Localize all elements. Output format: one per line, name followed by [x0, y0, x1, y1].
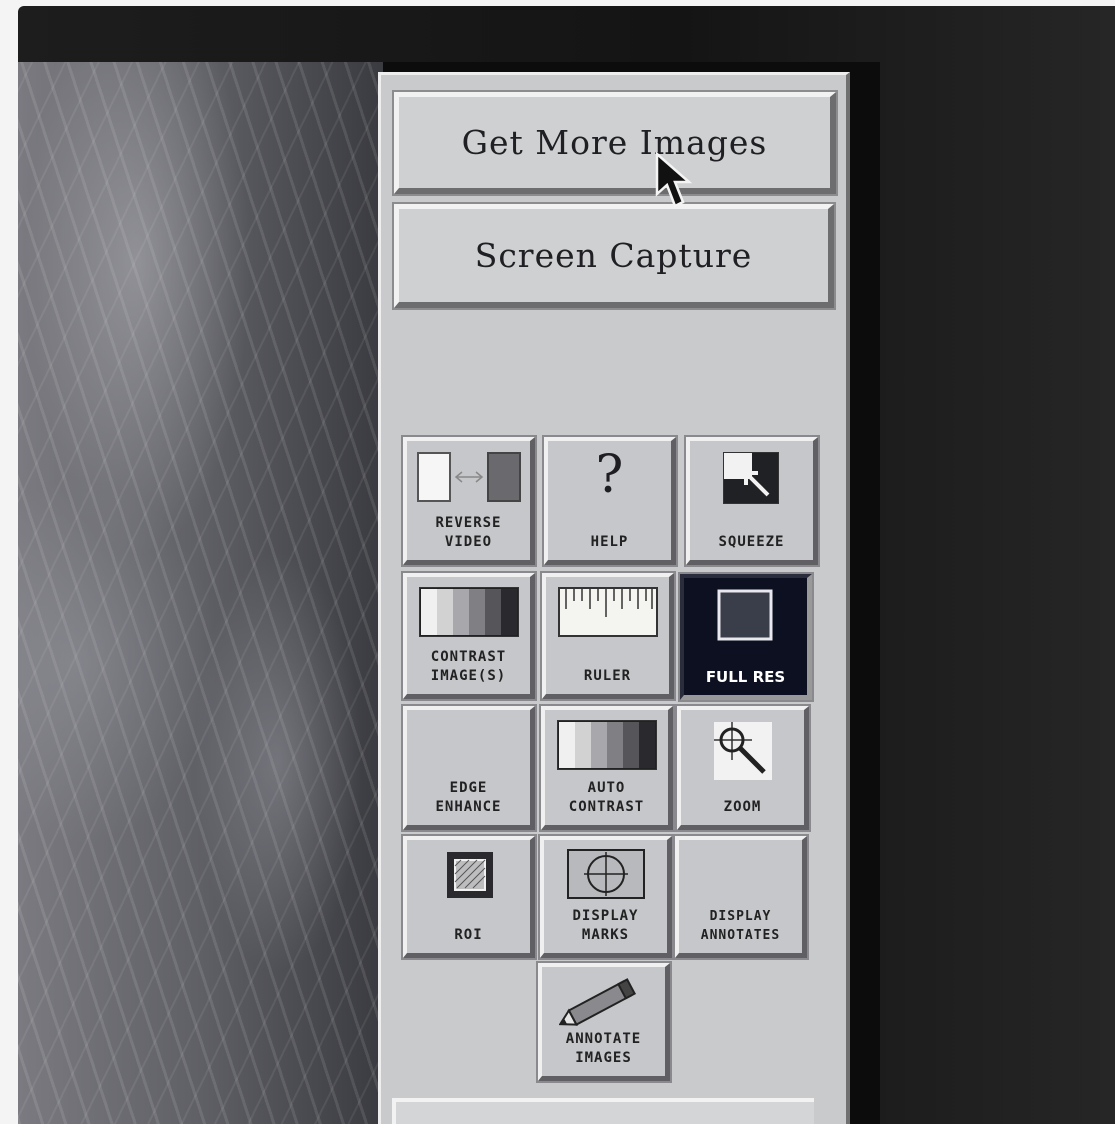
- mouse-pointer-icon: [655, 151, 699, 216]
- magnifier-icon: [681, 720, 804, 782]
- bottom-panel-edge: [392, 1098, 814, 1124]
- tool-label: DISPLAY ANNOTATES: [700, 909, 781, 943]
- roi-button[interactable]: ROI: [401, 834, 537, 960]
- pencil-icon: [542, 975, 665, 1029]
- tool-label: REVERSE VIDEO: [435, 515, 502, 550]
- get-more-images-button[interactable]: Get More Images: [392, 90, 838, 196]
- contrast-images-button[interactable]: CONTRAST IMAGE(S): [401, 571, 537, 701]
- full-res-icon: [684, 588, 807, 644]
- display-annotates-button[interactable]: DISPLAY ANNOTATES: [673, 834, 809, 960]
- zoom-button[interactable]: ZOOM: [675, 704, 811, 832]
- roi-icon: [407, 850, 530, 902]
- help-button[interactable]: ? HELP: [542, 435, 678, 567]
- tool-label: DISPLAY MARKS: [572, 908, 639, 943]
- crosshair-icon: [544, 848, 667, 900]
- reverse-video-icon: [407, 451, 530, 505]
- auto-contrast-button[interactable]: AUTO CONTRAST: [539, 704, 675, 832]
- tool-label: SQUEEZE: [718, 534, 785, 550]
- question-mark-icon: ?: [595, 445, 624, 505]
- tool-label: ROI: [454, 927, 483, 943]
- tool-label: FULL RES: [705, 668, 786, 686]
- tool-label: ANNOTATE IMAGES: [565, 1031, 642, 1066]
- ruler-icon: [546, 587, 669, 637]
- display-marks-button[interactable]: DISPLAY MARKS: [538, 834, 674, 960]
- ruler-button[interactable]: RULER: [540, 571, 676, 701]
- annotate-images-button[interactable]: ANNOTATE IMAGES: [536, 961, 672, 1083]
- squeeze-icon: [690, 451, 813, 507]
- reverse-video-button[interactable]: REVERSE VIDEO: [401, 435, 537, 567]
- screen-capture-button[interactable]: Screen Capture: [392, 202, 836, 310]
- edge-enhance-button[interactable]: EDGE ENHANCE: [401, 704, 537, 832]
- full-res-button[interactable]: FULL RES: [678, 572, 814, 702]
- tool-label: CONTRAST IMAGE(S): [430, 649, 507, 684]
- tool-label: RULER: [583, 668, 632, 684]
- auto-contrast-icon: [545, 720, 668, 770]
- tool-label: HELP: [590, 534, 629, 550]
- tool-label: EDGE ENHANCE: [435, 780, 502, 815]
- tool-label: AUTO CONTRAST: [568, 780, 645, 815]
- contrast-gradient-icon: [407, 587, 530, 637]
- squeeze-button[interactable]: SQUEEZE: [684, 435, 820, 567]
- mammogram-image: [18, 62, 383, 1124]
- tool-label: ZOOM: [723, 799, 762, 815]
